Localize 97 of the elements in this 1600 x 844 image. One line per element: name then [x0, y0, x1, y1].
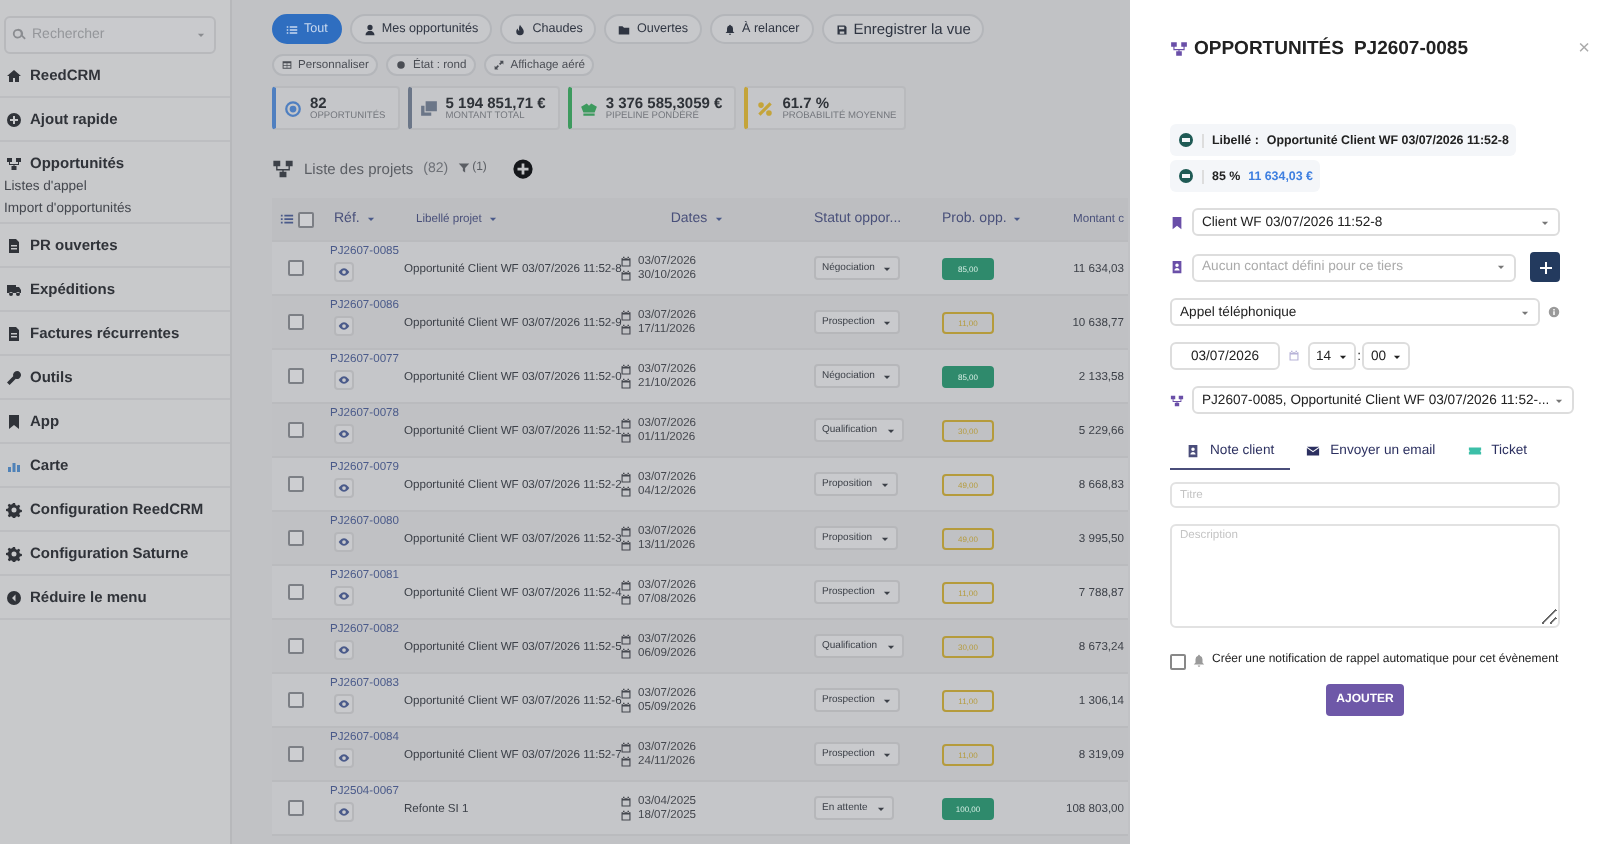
- preview-button[interactable]: [334, 370, 354, 390]
- settings-icon: [6, 501, 22, 517]
- add-icon[interactable]: [512, 157, 535, 179]
- caret-icon: [1553, 395, 1564, 405]
- preview-button[interactable]: [334, 316, 354, 336]
- caret-icon: [882, 371, 893, 381]
- coin-icon: [1178, 132, 1194, 148]
- eye-icon: [338, 266, 350, 278]
- panel-reference: PJ2607-0085: [1353, 37, 1469, 59]
- preview-button[interactable]: [334, 748, 354, 768]
- sort-caret-icon[interactable]: [365, 214, 376, 224]
- filter-icon: [458, 162, 471, 174]
- plus-icon: [1537, 259, 1553, 275]
- back-icon: [6, 589, 22, 605]
- eye-icon: [338, 644, 350, 656]
- ticket-icon: [1467, 444, 1482, 458]
- eye-icon: [338, 590, 350, 602]
- eye-icon: [338, 320, 350, 332]
- truck-icon: [6, 281, 22, 297]
- row-checkbox[interactable]: [288, 746, 304, 762]
- caret-icon: [1392, 351, 1403, 361]
- caret-icon: [880, 479, 891, 489]
- settings-icon: [6, 545, 22, 561]
- preview-button[interactable]: [334, 586, 354, 606]
- eye-icon: [338, 374, 350, 386]
- bar-chart-icon: [6, 457, 22, 473]
- reminder-checkbox[interactable]: [1170, 653, 1186, 669]
- caret-icon: [885, 425, 896, 435]
- row-checkbox[interactable]: [288, 638, 304, 654]
- panel-title: OPPORTUNITÉS: [1194, 37, 1344, 59]
- document-icon: [6, 237, 22, 253]
- caret-icon: [1496, 262, 1506, 272]
- contact-card-icon: [1186, 444, 1200, 458]
- eye-icon: [338, 806, 350, 818]
- contact-card-icon: [1170, 260, 1184, 274]
- preview-button[interactable]: [334, 424, 354, 444]
- sort-caret-icon[interactable]: [487, 214, 498, 224]
- row-checkbox[interactable]: [288, 692, 304, 708]
- eye-icon: [338, 752, 350, 764]
- caret-icon: [882, 263, 893, 273]
- list-icon: [286, 23, 298, 35]
- preview-button[interactable]: [334, 802, 354, 822]
- document-icon: [6, 325, 22, 341]
- caret-icon: [882, 317, 893, 327]
- sitemap-icon: [6, 155, 22, 171]
- flame-icon: [514, 23, 527, 35]
- wrench-icon: [6, 369, 22, 385]
- sitemap-icon: [272, 157, 294, 179]
- add-contact-button[interactable]: [1530, 252, 1560, 282]
- preview-button[interactable]: [334, 532, 354, 552]
- row-checkbox[interactable]: [288, 422, 304, 438]
- sort-caret-icon[interactable]: [713, 214, 724, 224]
- coin-icon: [1178, 168, 1194, 184]
- caret-icon: [880, 533, 891, 543]
- bookmark-icon: [6, 413, 22, 429]
- user-icon: [363, 23, 376, 35]
- preview-button[interactable]: [334, 478, 354, 498]
- row-checkbox[interactable]: [288, 368, 304, 384]
- caret-icon: [882, 587, 893, 597]
- eye-icon: [338, 698, 350, 710]
- caret-icon: [882, 749, 893, 759]
- preview-button[interactable]: [334, 694, 354, 714]
- calendar-icon[interactable]: [1288, 350, 1300, 362]
- save-icon: [835, 23, 848, 35]
- caret-icon: [875, 803, 886, 813]
- sitemap-icon: [1170, 393, 1184, 407]
- home-icon: [6, 67, 22, 83]
- select-all-checkbox[interactable]: [297, 211, 313, 227]
- row-checkbox[interactable]: [288, 314, 304, 330]
- search-icon: [12, 28, 26, 42]
- bookmark-icon: [1170, 215, 1184, 229]
- envelope-icon: [1306, 444, 1321, 458]
- table-icon: [282, 60, 292, 70]
- row-checkbox[interactable]: [288, 530, 304, 546]
- caret-icon: [1540, 217, 1550, 227]
- sitemap-icon: [1170, 39, 1188, 57]
- folder-icon: [618, 23, 631, 35]
- row-checkbox[interactable]: [288, 584, 304, 600]
- preview-button[interactable]: [334, 262, 354, 282]
- caret-icon: [1337, 351, 1348, 361]
- list-icon[interactable]: [279, 212, 293, 226]
- row-checkbox[interactable]: [288, 800, 304, 816]
- bell-icon: [724, 23, 736, 35]
- caret-icon: [885, 641, 896, 651]
- bell-icon: [1192, 654, 1206, 668]
- eye-icon: [338, 428, 350, 440]
- preview-button[interactable]: [334, 640, 354, 660]
- info-icon: [1548, 306, 1560, 318]
- eye-icon: [338, 482, 350, 494]
- row-checkbox[interactable]: [288, 476, 304, 492]
- caret-icon: [1520, 307, 1530, 317]
- row-checkbox[interactable]: [288, 260, 304, 276]
- sort-caret-icon[interactable]: [1012, 214, 1023, 224]
- caret-icon: [196, 30, 206, 40]
- caret-icon: [882, 695, 893, 705]
- expand-icon: [494, 60, 505, 70]
- eye-icon: [338, 536, 350, 548]
